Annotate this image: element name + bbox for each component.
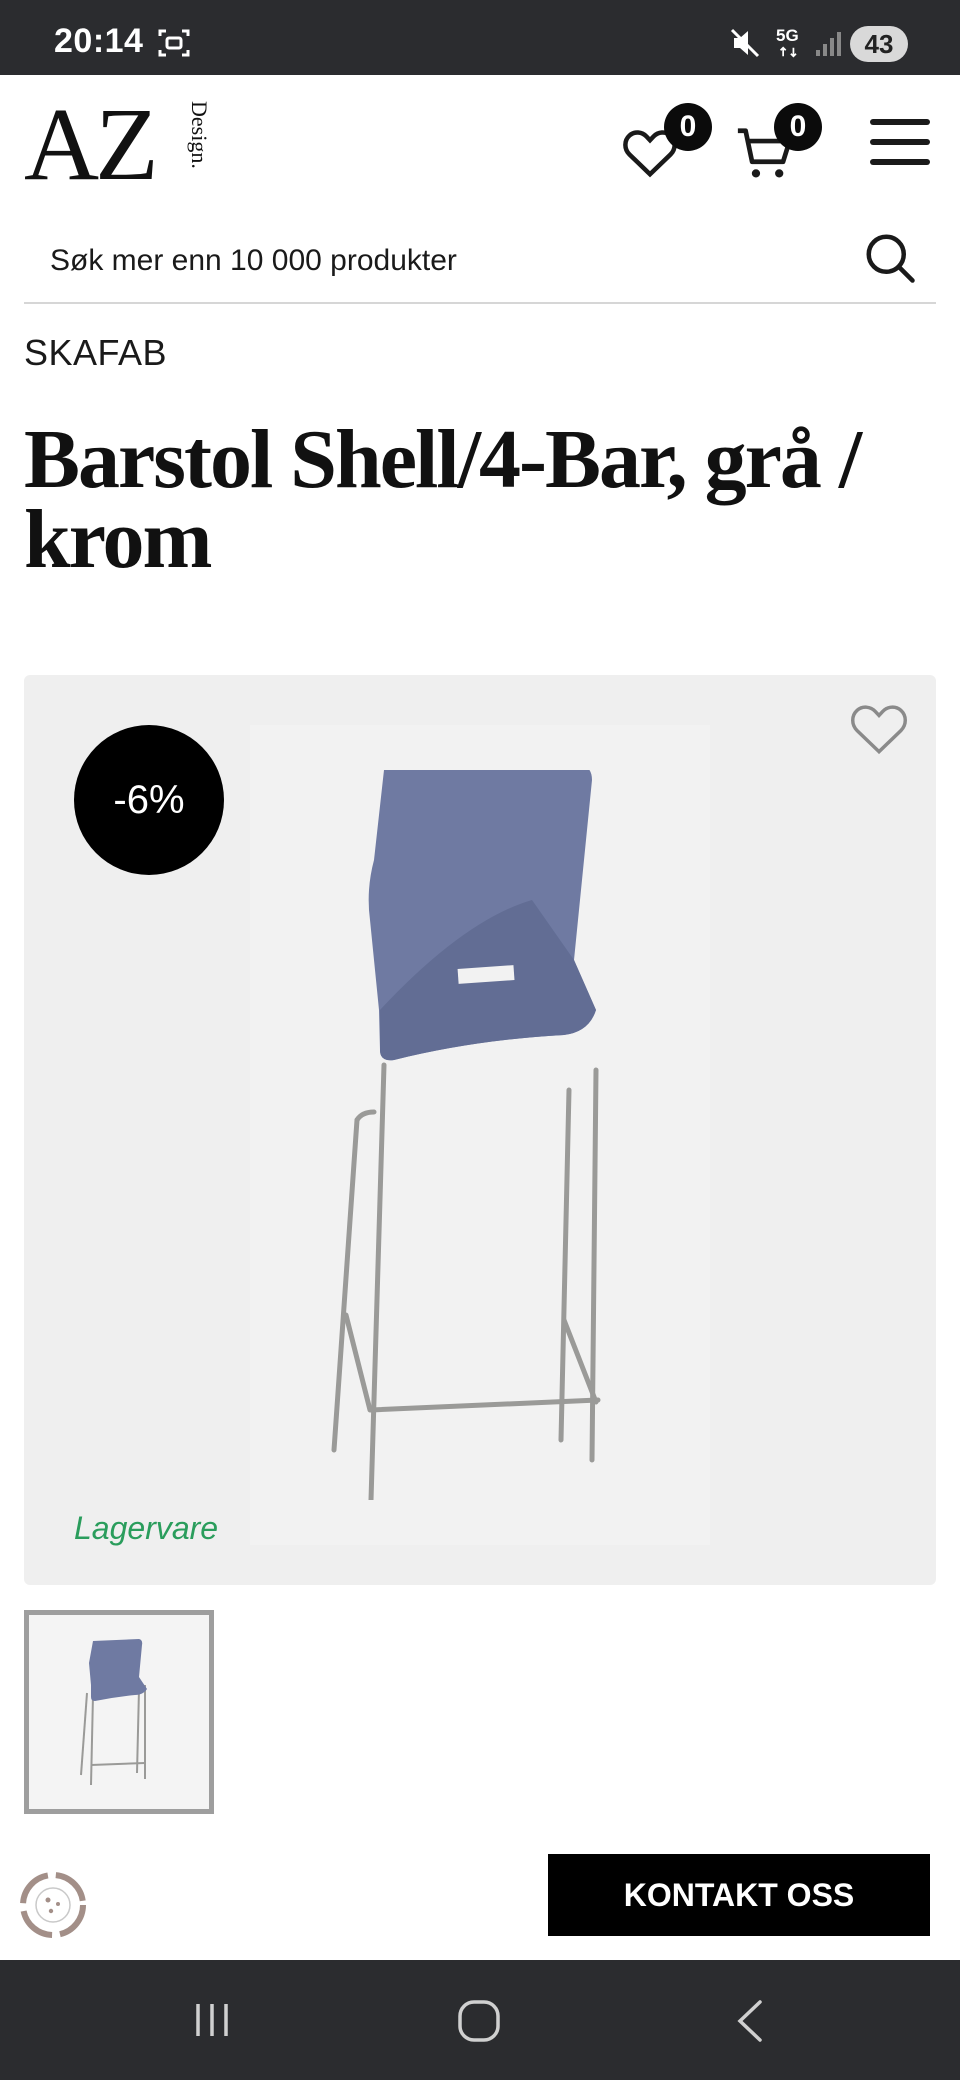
wishlist-button[interactable]: 0 bbox=[620, 103, 712, 193]
logo-main-text: AZ bbox=[24, 87, 159, 202]
search-icon[interactable] bbox=[860, 228, 920, 288]
system-navigation-bar bbox=[0, 1960, 960, 2080]
recent-apps-icon[interactable] bbox=[190, 1998, 234, 2042]
product-thumbnail[interactable] bbox=[24, 1610, 214, 1814]
network-type-label: 5G bbox=[776, 26, 799, 45]
screen-record-icon bbox=[158, 29, 190, 57]
bar-stool-thumbnail-image bbox=[29, 1615, 209, 1809]
search-input[interactable] bbox=[50, 236, 830, 286]
mute-icon bbox=[730, 28, 760, 58]
home-icon[interactable] bbox=[456, 1998, 502, 2044]
5g-icon: 5G bbox=[776, 26, 804, 60]
bar-stool-image bbox=[331, 770, 601, 1500]
discount-badge: -6% bbox=[74, 725, 224, 875]
cart-count-badge: 0 bbox=[774, 103, 822, 151]
contact-us-button[interactable]: KONTAKT OSS bbox=[548, 1854, 930, 1936]
az-design-logo[interactable]: AZ Design. bbox=[24, 87, 214, 202]
menu-icon[interactable] bbox=[870, 119, 934, 175]
status-bar: 20:14 5G 43 bbox=[0, 0, 960, 75]
product-gallery[interactable]: -6% Lagervare bbox=[24, 675, 936, 1585]
battery-icon: 43 bbox=[850, 26, 908, 62]
site-header: AZ Design. 0 0 bbox=[0, 75, 960, 215]
wishlist-count-badge: 0 bbox=[664, 103, 712, 151]
cookie-settings-icon[interactable] bbox=[16, 1868, 90, 1942]
add-to-favorites-heart-icon[interactable] bbox=[844, 697, 914, 761]
back-icon[interactable] bbox=[730, 1996, 770, 2046]
logo-sub-text: Design. bbox=[187, 101, 212, 169]
product-title: Barstol Shell/4-Bar, grå / krom bbox=[24, 413, 862, 586]
search-bar bbox=[24, 218, 936, 304]
stock-status: Lagervare bbox=[74, 1510, 219, 1546]
cart-button[interactable]: 0 bbox=[734, 103, 834, 193]
signal-icon bbox=[816, 32, 841, 56]
status-time: 20:14 bbox=[54, 22, 144, 60]
product-brand[interactable]: SKAFAB bbox=[24, 332, 167, 374]
